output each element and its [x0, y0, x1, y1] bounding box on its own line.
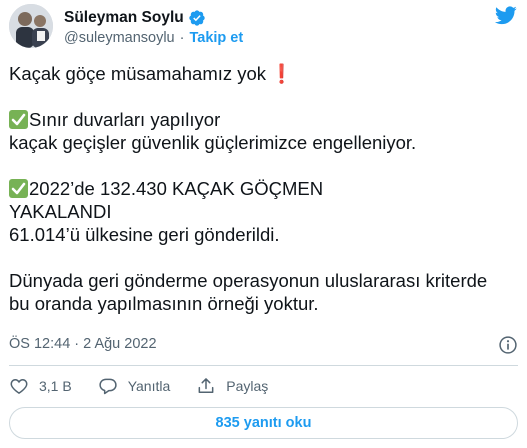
- share-button[interactable]: Paylaş: [196, 376, 268, 396]
- display-name[interactable]: Süleyman Soylu: [64, 9, 184, 27]
- like-button[interactable]: 3,1 B: [9, 376, 72, 396]
- read-replies-button[interactable]: 835 yanıtı oku: [9, 407, 518, 439]
- tweet-header: Süleyman Soylu @suleymansoylu · Takip et: [9, 4, 518, 48]
- tweet-paragraph-4: Dünyada geri gönderme operasyonun ulusla…: [9, 270, 488, 314]
- divider: [9, 365, 518, 366]
- action-bar: 3,1 B Yanıtla Paylaş: [9, 375, 518, 397]
- tweet-paragraph-1: Kaçak göçe müsamahamız yok ❗: [9, 63, 294, 84]
- exclamation-emoji: ❗: [270, 63, 294, 84]
- heart-icon: [10, 378, 28, 394]
- timestamp[interactable]: ÖS 12:44 · 2 Ağu 2022: [9, 336, 157, 352]
- tweet-text: Kaçak göçe müsamahamız yok ❗ Sınır duvarl…: [9, 62, 517, 315]
- tweet-meta: ÖS 12:44 · 2 Ağu 2022: [9, 336, 518, 356]
- tweet-paragraph-2: Sınır duvarları yapılıyor kaçak geçişler…: [9, 109, 417, 153]
- share-icon: [198, 378, 214, 393]
- check-mark-emoji: [9, 179, 28, 198]
- check-mark-emoji: [9, 110, 28, 129]
- tweet-card: Süleyman Soylu @suleymansoylu · Takip et…: [0, 0, 527, 448]
- tweet-paragraph-3: 2022’de 132.430 KAÇAK GÖÇMEN YAKALANDI 6…: [9, 178, 324, 245]
- author-info: Süleyman Soylu @suleymansoylu · Takip et: [64, 8, 243, 46]
- avatar[interactable]: [9, 4, 53, 48]
- like-count: 3,1 B: [39, 378, 72, 394]
- info-icon[interactable]: [498, 335, 518, 355]
- verified-badge-icon: [189, 10, 205, 26]
- handle-separator: ·: [179, 30, 185, 46]
- reply-label: Yanıtla: [127, 378, 171, 394]
- twitter-bird-icon[interactable]: [494, 4, 518, 26]
- reply-button[interactable]: Yanıtla: [98, 376, 171, 396]
- handle[interactable]: @suleymansoylu: [64, 30, 175, 46]
- follow-button[interactable]: Takip et: [189, 30, 243, 46]
- reply-icon: [99, 378, 117, 395]
- share-label: Paylaş: [226, 378, 269, 394]
